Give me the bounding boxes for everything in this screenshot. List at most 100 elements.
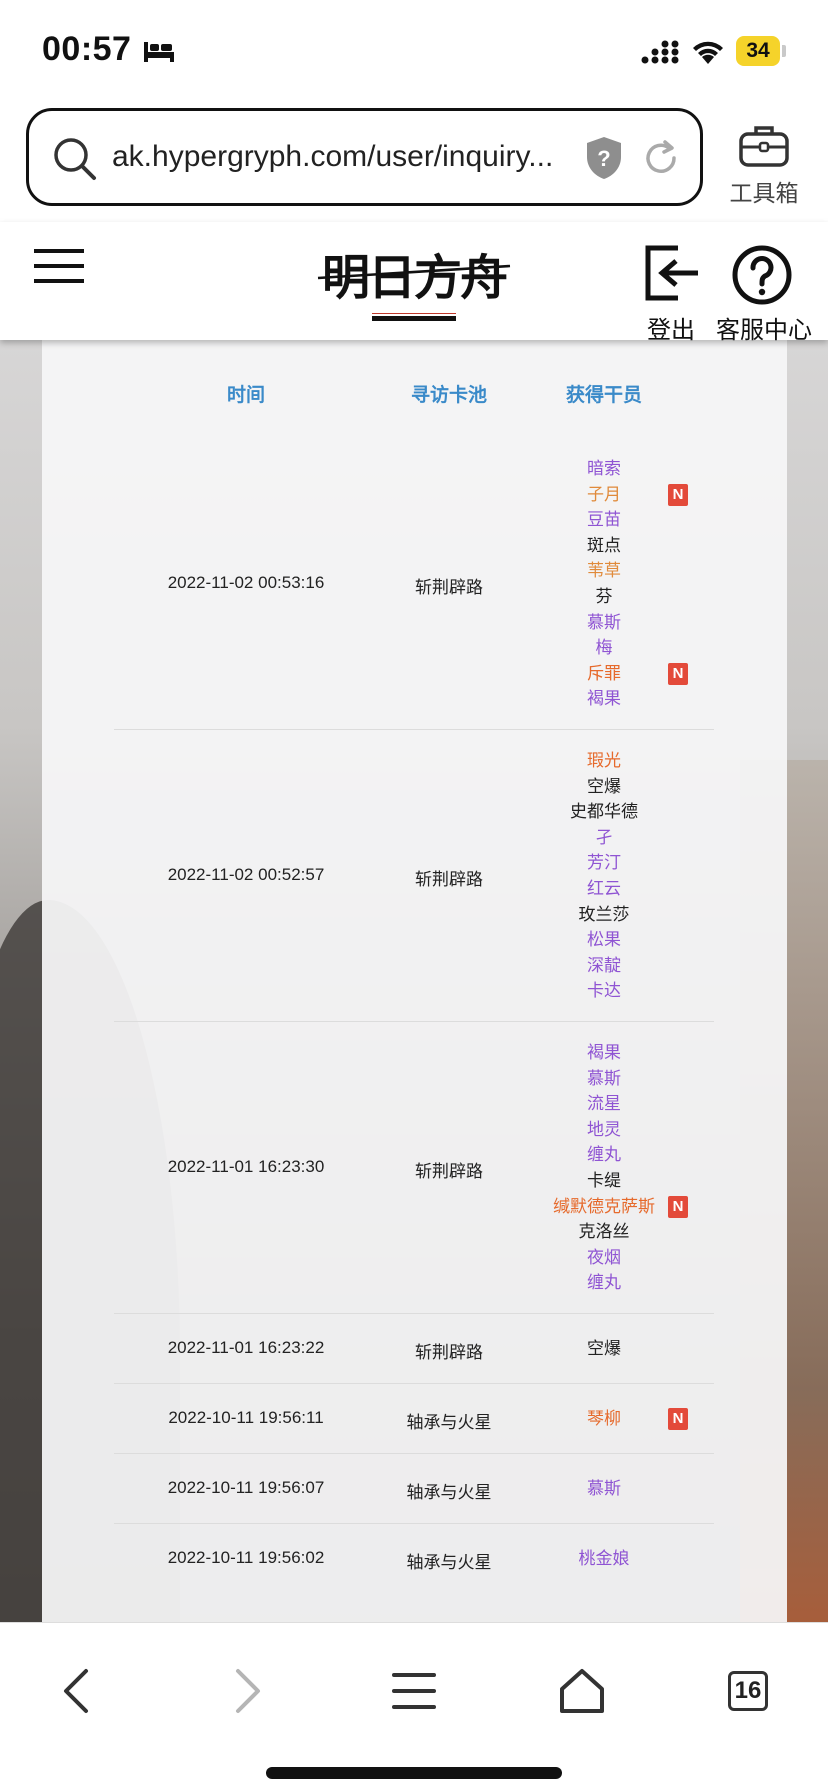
operator-name: 瑕光 [520,748,688,774]
operator-name-text: 夜烟 [587,1247,621,1267]
url-text[interactable]: ak.hypergryph.com/user/inquiry... [112,140,602,174]
operator-name: 桃金娘 [520,1546,688,1572]
table-row: 2022-11-02 00:53:16 斩荆辟路 暗索 子月 N 豆苗 斑点 苇草芬慕斯梅斥罪… [114,438,714,730]
menu-icon[interactable] [34,246,84,286]
row-time: 2022-11-02 00:52:57 [167,865,325,884]
address-bar[interactable]: ak.hypergryph.com/user/inquiry... ? [26,108,703,206]
row-operators: 桃金娘 [520,1546,688,1572]
toolbox-button[interactable]: 工具箱 [722,118,806,208]
row-pool: 斩荆辟路 [415,1343,483,1362]
row-time: 2022-10-11 19:56:07 [167,1478,325,1497]
row-operators: 暗索 子月 N 豆苗 斑点 苇草芬慕斯梅斥罪 N 褐果 [520,456,688,712]
operator-name-text: 空爆 [587,1339,621,1359]
operator-name-text: 流星 [587,1094,621,1114]
operator-name: 褐果 [520,1040,688,1066]
row-operators: 空爆 [520,1336,688,1362]
toolbox-label: 工具箱 [729,180,799,206]
table-row: 2022-10-11 19:56:11 轴承与火星 琴柳 N [114,1384,714,1454]
operator-name: 夜烟 [520,1245,688,1271]
bed-icon [144,42,174,62]
operator-name-text: 卡缇 [587,1170,621,1190]
customer-service-label: 客服中心 [716,317,812,344]
operator-name-text: 卡达 [587,981,621,1001]
row-pool: 轴承与火星 [406,1413,492,1432]
row-time: 2022-10-11 19:56:02 [167,1548,325,1567]
operator-name: 暗索 [520,456,688,482]
logout-icon [645,245,698,301]
operator-name-text: 红云 [587,878,621,898]
wifi-icon [693,41,723,64]
row-time: 2022-10-11 19:56:11 [168,1408,324,1427]
operator-name-text: 克洛丝 [578,1222,630,1242]
table-row: 2022-11-02 00:52:57 斩荆辟路 瑕光 空爆 史都华德孑芳汀 红云 玫兰莎松… [114,730,714,1022]
logout-label: 登出 [647,317,695,344]
reload-icon[interactable] [641,138,681,178]
operator-name: 琴柳 N [520,1406,688,1432]
operator-name: 史都华德 [520,799,688,825]
operator-name: 慕斯 [520,1066,688,1092]
operator-name-text: 斥罪 [587,663,621,683]
operator-name-text: 芳汀 [587,853,621,873]
battery-indicator: 34 [736,36,786,66]
operator-name: 斥罪 N [520,661,688,687]
operator-name-text: 缠丸 [587,1145,621,1165]
status-bar: 00:57 34 [0,0,828,104]
row-pool: 斩荆辟路 [415,870,483,889]
table-row: 2022-10-11 19:56:07 轴承与火星 慕斯 [114,1454,714,1524]
operator-name-text: 缄默德克萨斯 [553,1196,655,1216]
shield-icon[interactable]: ? [584,135,624,181]
operator-name-text: 豆苗 [587,510,621,530]
operator-name: 卡缇 [520,1168,688,1194]
forward-icon[interactable] [216,1661,276,1721]
logout-button[interactable]: 登出 [636,242,706,344]
row-operators: 褐果 慕斯 流星 地灵 缠丸 卡缇 缄默德克萨斯 N 克洛丝 夜烟 缠丸 [520,1040,688,1296]
arknights-logo[interactable]: 明日方舟 [316,236,512,332]
tabs-icon: 16 [728,1671,768,1711]
operator-name-text: 子月 [587,484,621,504]
operator-name: 玫兰莎 [520,902,688,928]
operator-name-text: 慕斯 [587,1068,621,1088]
operator-name-text: 空爆 [587,776,621,796]
operator-name: 慕斯 [520,1476,688,1502]
operator-name: 卡达 [520,978,688,1004]
operator-name: 斑点 [520,533,688,559]
home-icon[interactable] [552,1661,612,1721]
operator-name: 深靛 [520,953,688,979]
row-operators: 瑕光 空爆 史都华德孑芳汀 红云 玫兰莎 松果 深靛 卡达 [520,748,688,1004]
operator-name: 子月 N [520,482,688,508]
operator-name: 梅 [520,635,688,661]
operator-name: 缄默德克萨斯 N [520,1194,688,1220]
operator-name: 克洛丝 [520,1219,688,1245]
table-header: 时间 寻访卡池 获得干员 [42,380,787,414]
operator-name-text: 苇草 [587,561,621,581]
site-header: 明日方舟 登出 客服中心 [0,222,828,344]
row-time: 2022-11-01 16:23:22 [167,1338,325,1357]
operator-name: 芬 [520,584,688,610]
browser-bottom-nav: 16 [0,1622,828,1792]
row-time: 2022-11-02 00:53:16 [167,573,325,592]
tabs-button[interactable]: 16 [728,1671,768,1711]
new-badge: N [668,1195,688,1218]
operator-name: 缠丸 [520,1142,688,1168]
operator-name: 空爆 [520,774,688,800]
operator-name-text: 桃金娘 [578,1549,630,1569]
list-icon[interactable] [384,1661,444,1721]
home-indicator [266,1767,562,1779]
row-pool: 轴承与火星 [406,1553,492,1572]
back-icon[interactable] [48,1661,108,1721]
row-pool: 斩荆辟路 [415,578,483,597]
search-icon [54,138,96,180]
operator-name: 苇草 [520,558,688,584]
operator-name: 空爆 [520,1336,688,1362]
customer-service-button[interactable]: 客服中心 [708,242,820,344]
column-header-operators: 获得干员 [565,385,642,406]
operator-name-text: 玫兰莎 [578,904,630,924]
table-row: 2022-11-01 16:23:22 斩荆辟路 空爆 [114,1314,714,1384]
operator-name: 孑 [520,825,688,851]
operator-name: 芳汀 [520,850,688,876]
operator-name: 褐果 [520,686,688,712]
svg-text:?: ? [597,146,610,171]
svg-text:明日方舟: 明日方舟 [322,250,507,306]
operator-name: 红云 [520,876,688,902]
operator-name: 缠丸 [520,1270,688,1296]
